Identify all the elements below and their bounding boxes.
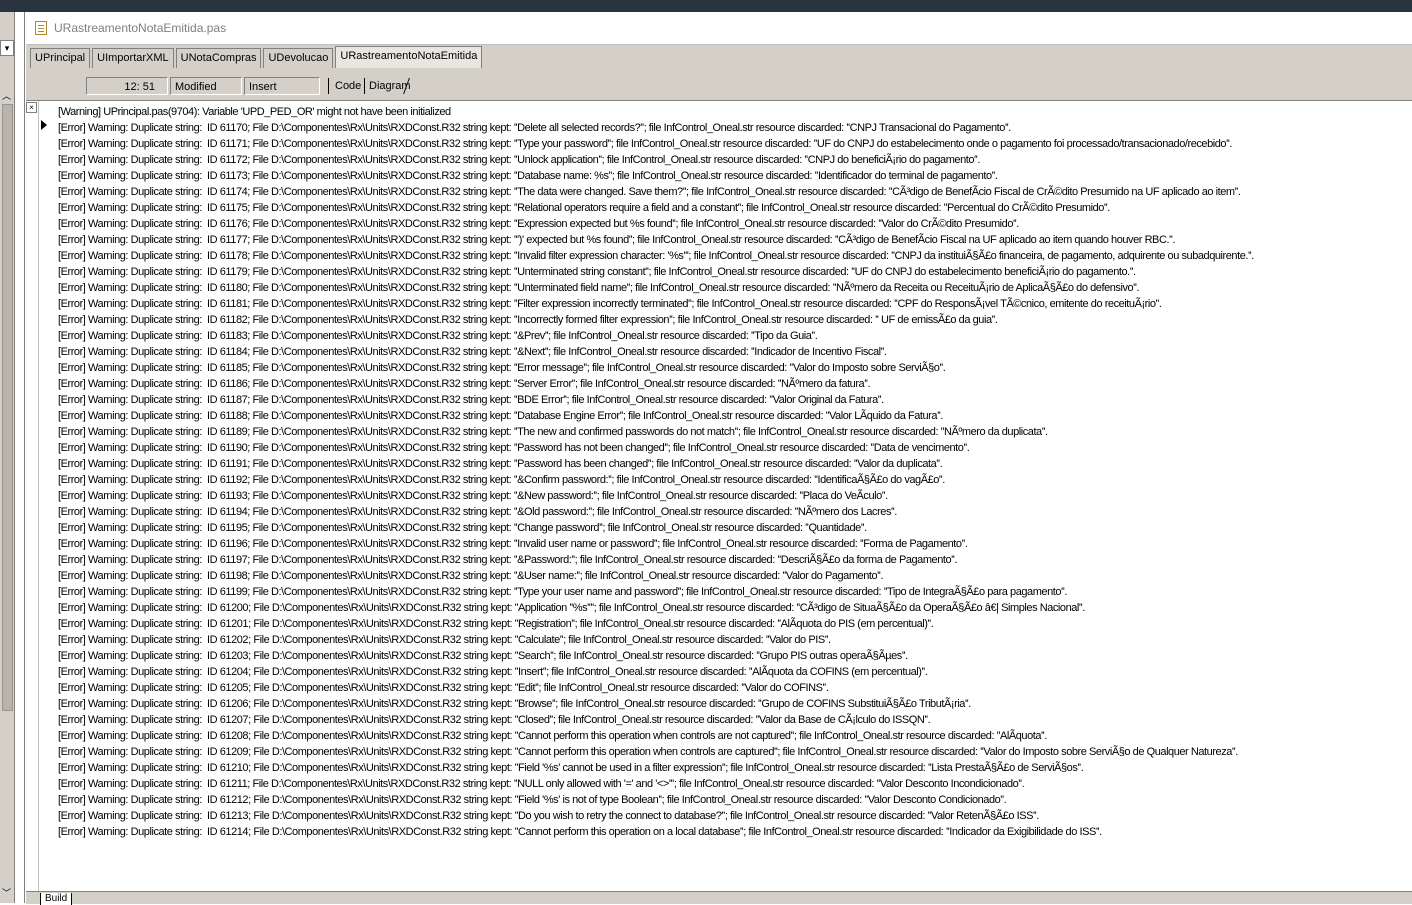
message-row[interactable]: [Error] Warning: Duplicate string: ID 61… <box>58 616 1412 632</box>
scroll-up-icon[interactable]: ︿ <box>1 90 12 102</box>
message-row[interactable]: [Error] Warning: Duplicate string: ID 61… <box>58 360 1412 376</box>
message-row[interactable]: [Error] Warning: Duplicate string: ID 61… <box>58 568 1412 584</box>
message-row[interactable]: [Error] Warning: Duplicate string: ID 61… <box>58 600 1412 616</box>
close-icon[interactable]: × <box>26 102 37 113</box>
left-docked-panel: ▾ ︿ ﹀ <box>0 12 15 903</box>
tab-unotacompras[interactable]: UNotaCompras <box>175 48 262 68</box>
unit-tabs: UPrincipal UImportarXML UNotaCompras UDe… <box>30 46 484 68</box>
message-row[interactable]: [Error] Warning: Duplicate string: ID 61… <box>58 664 1412 680</box>
cursor-position: 12: 51 <box>86 77 168 95</box>
message-row[interactable]: [Error] Warning: Duplicate string: ID 61… <box>58 776 1412 792</box>
dropdown-arrow-icon[interactable]: ▾ <box>0 40 14 56</box>
tab-uprincipal[interactable]: UPrincipal <box>30 48 91 68</box>
selected-message-arrow-icon <box>41 120 47 130</box>
scrollbar-thumb[interactable] <box>2 104 13 711</box>
message-row[interactable]: [Error] Warning: Duplicate string: ID 61… <box>58 632 1412 648</box>
message-row[interactable]: [Error] Warning: Duplicate string: ID 61… <box>58 808 1412 824</box>
message-row[interactable]: [Error] Warning: Duplicate string: ID 61… <box>58 136 1412 152</box>
pane-gutter <box>38 101 39 892</box>
message-list: [Warning] UPrincipal.pas(9704): Variable… <box>58 104 1412 840</box>
message-row[interactable]: [Error] Warning: Duplicate string: ID 61… <box>58 504 1412 520</box>
insert-mode-indicator: Insert <box>244 77 320 95</box>
tab-code[interactable]: Code <box>328 78 361 94</box>
message-row[interactable]: [Error] Warning: Duplicate string: ID 61… <box>58 392 1412 408</box>
messages-tab-bar: Build <box>26 891 1412 905</box>
message-row[interactable]: [Error] Warning: Duplicate string: ID 61… <box>58 792 1412 808</box>
message-row[interactable]: [Error] Warning: Duplicate string: ID 61… <box>58 488 1412 504</box>
message-row[interactable]: [Error] Warning: Duplicate string: ID 61… <box>58 248 1412 264</box>
message-row[interactable]: [Error] Warning: Duplicate string: ID 61… <box>58 712 1412 728</box>
message-row[interactable]: [Error] Warning: Duplicate string: ID 61… <box>58 408 1412 424</box>
pas-file-icon <box>35 21 47 35</box>
message-row[interactable]: [Error] Warning: Duplicate string: ID 61… <box>58 536 1412 552</box>
message-row[interactable]: [Error] Warning: Duplicate string: ID 61… <box>58 552 1412 568</box>
message-row[interactable]: [Error] Warning: Duplicate string: ID 61… <box>58 760 1412 776</box>
message-row[interactable]: [Error] Warning: Duplicate string: ID 61… <box>58 584 1412 600</box>
tab-udevolucao[interactable]: UDevolucao <box>263 48 334 68</box>
message-row[interactable]: [Error] Warning: Duplicate string: ID 61… <box>58 232 1412 248</box>
message-row[interactable]: [Warning] UPrincipal.pas(9704): Variable… <box>58 104 1412 120</box>
message-row[interactable]: [Error] Warning: Duplicate string: ID 61… <box>58 200 1412 216</box>
message-row[interactable]: [Error] Warning: Duplicate string: ID 61… <box>58 184 1412 200</box>
message-row[interactable]: [Error] Warning: Duplicate string: ID 61… <box>58 280 1412 296</box>
splitter[interactable] <box>24 12 25 903</box>
editor-window: URastreamentoNotaEmitida.pas UPrincipal … <box>26 12 1412 905</box>
modified-indicator: Modified <box>170 77 242 95</box>
message-row[interactable]: [Error] Warning: Duplicate string: ID 61… <box>58 472 1412 488</box>
message-row[interactable]: [Error] Warning: Duplicate string: ID 61… <box>58 168 1412 184</box>
message-row[interactable]: [Error] Warning: Duplicate string: ID 61… <box>58 312 1412 328</box>
desktop-top-bar <box>0 0 1412 12</box>
message-row[interactable]: [Error] Warning: Duplicate string: ID 61… <box>58 328 1412 344</box>
message-row[interactable]: [Error] Warning: Duplicate string: ID 61… <box>58 264 1412 280</box>
message-row[interactable]: [Error] Warning: Duplicate string: ID 61… <box>58 520 1412 536</box>
message-row[interactable]: [Error] Warning: Duplicate string: ID 61… <box>58 824 1412 840</box>
editor-status-bar: 12: 51 Modified Insert Code Diagram <box>26 76 1412 96</box>
message-row[interactable]: [Error] Warning: Duplicate string: ID 61… <box>58 376 1412 392</box>
message-row[interactable]: [Error] Warning: Duplicate string: ID 61… <box>58 680 1412 696</box>
tab-urastreamentonotaemitida[interactable]: URastreamentoNotaEmitida <box>335 46 483 68</box>
message-row[interactable]: [Error] Warning: Duplicate string: ID 61… <box>58 120 1412 136</box>
tab-uimportarxml[interactable]: UImportarXML <box>92 48 174 68</box>
tab-code-label: Code <box>335 80 362 92</box>
scroll-down-icon[interactable]: ﹀ <box>1 887 12 899</box>
message-row[interactable]: [Error] Warning: Duplicate string: ID 61… <box>58 344 1412 360</box>
window-title: URastreamentoNotaEmitida.pas <box>54 21 227 35</box>
message-row[interactable]: [Error] Warning: Duplicate string: ID 61… <box>58 440 1412 456</box>
message-row[interactable]: [Error] Warning: Duplicate string: ID 61… <box>58 744 1412 760</box>
message-row[interactable]: [Error] Warning: Duplicate string: ID 61… <box>58 296 1412 312</box>
message-row[interactable]: [Error] Warning: Duplicate string: ID 61… <box>58 424 1412 440</box>
messages-pane: × [Warning] UPrincipal.pas(9704): Variab… <box>26 100 1412 892</box>
window-titlebar: URastreamentoNotaEmitida.pas <box>26 12 1412 45</box>
message-row[interactable]: [Error] Warning: Duplicate string: ID 61… <box>58 216 1412 232</box>
message-row[interactable]: [Error] Warning: Duplicate string: ID 61… <box>58 728 1412 744</box>
message-row[interactable]: [Error] Warning: Duplicate string: ID 61… <box>58 696 1412 712</box>
message-row[interactable]: [Error] Warning: Duplicate string: ID 61… <box>58 648 1412 664</box>
message-row[interactable]: [Error] Warning: Duplicate string: ID 61… <box>58 152 1412 168</box>
message-row[interactable]: [Error] Warning: Duplicate string: ID 61… <box>58 456 1412 472</box>
tab-build[interactable]: Build <box>40 893 73 905</box>
